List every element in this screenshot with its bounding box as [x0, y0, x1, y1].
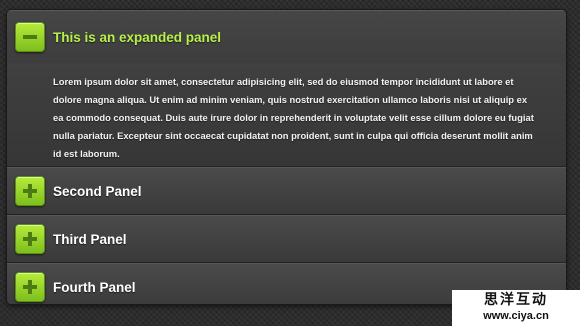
panel-third: Third Panel: [7, 215, 566, 263]
panel-header-third[interactable]: Third Panel: [7, 215, 566, 263]
panel-title: Second Panel: [53, 183, 142, 199]
accordion: This is an expanded panel Lorem ipsum do…: [7, 10, 566, 304]
watermark-chinese: 思洋互动: [484, 292, 548, 308]
watermark: 思洋互动 www.ciya.cn: [452, 290, 580, 326]
panel-header-second[interactable]: Second Panel: [7, 167, 566, 215]
panel-body-text: Lorem ipsum dolor sit amet, consectetur …: [53, 76, 534, 159]
panel-title: Fourth Panel: [53, 279, 136, 295]
panel-second: Second Panel: [7, 167, 566, 215]
panel-title: This is an expanded panel: [53, 29, 222, 45]
plus-icon[interactable]: [15, 176, 45, 206]
minus-icon[interactable]: [15, 22, 45, 52]
plus-icon[interactable]: [15, 272, 45, 302]
panel-expanded: This is an expanded panel Lorem ipsum do…: [7, 10, 566, 167]
plus-icon[interactable]: [15, 224, 45, 254]
panel-title: Third Panel: [53, 231, 127, 247]
panel-body: Lorem ipsum dolor sit amet, consectetur …: [7, 63, 566, 167]
watermark-url: www.ciya.cn: [483, 310, 549, 322]
panel-header-expanded[interactable]: This is an expanded panel: [7, 10, 566, 63]
